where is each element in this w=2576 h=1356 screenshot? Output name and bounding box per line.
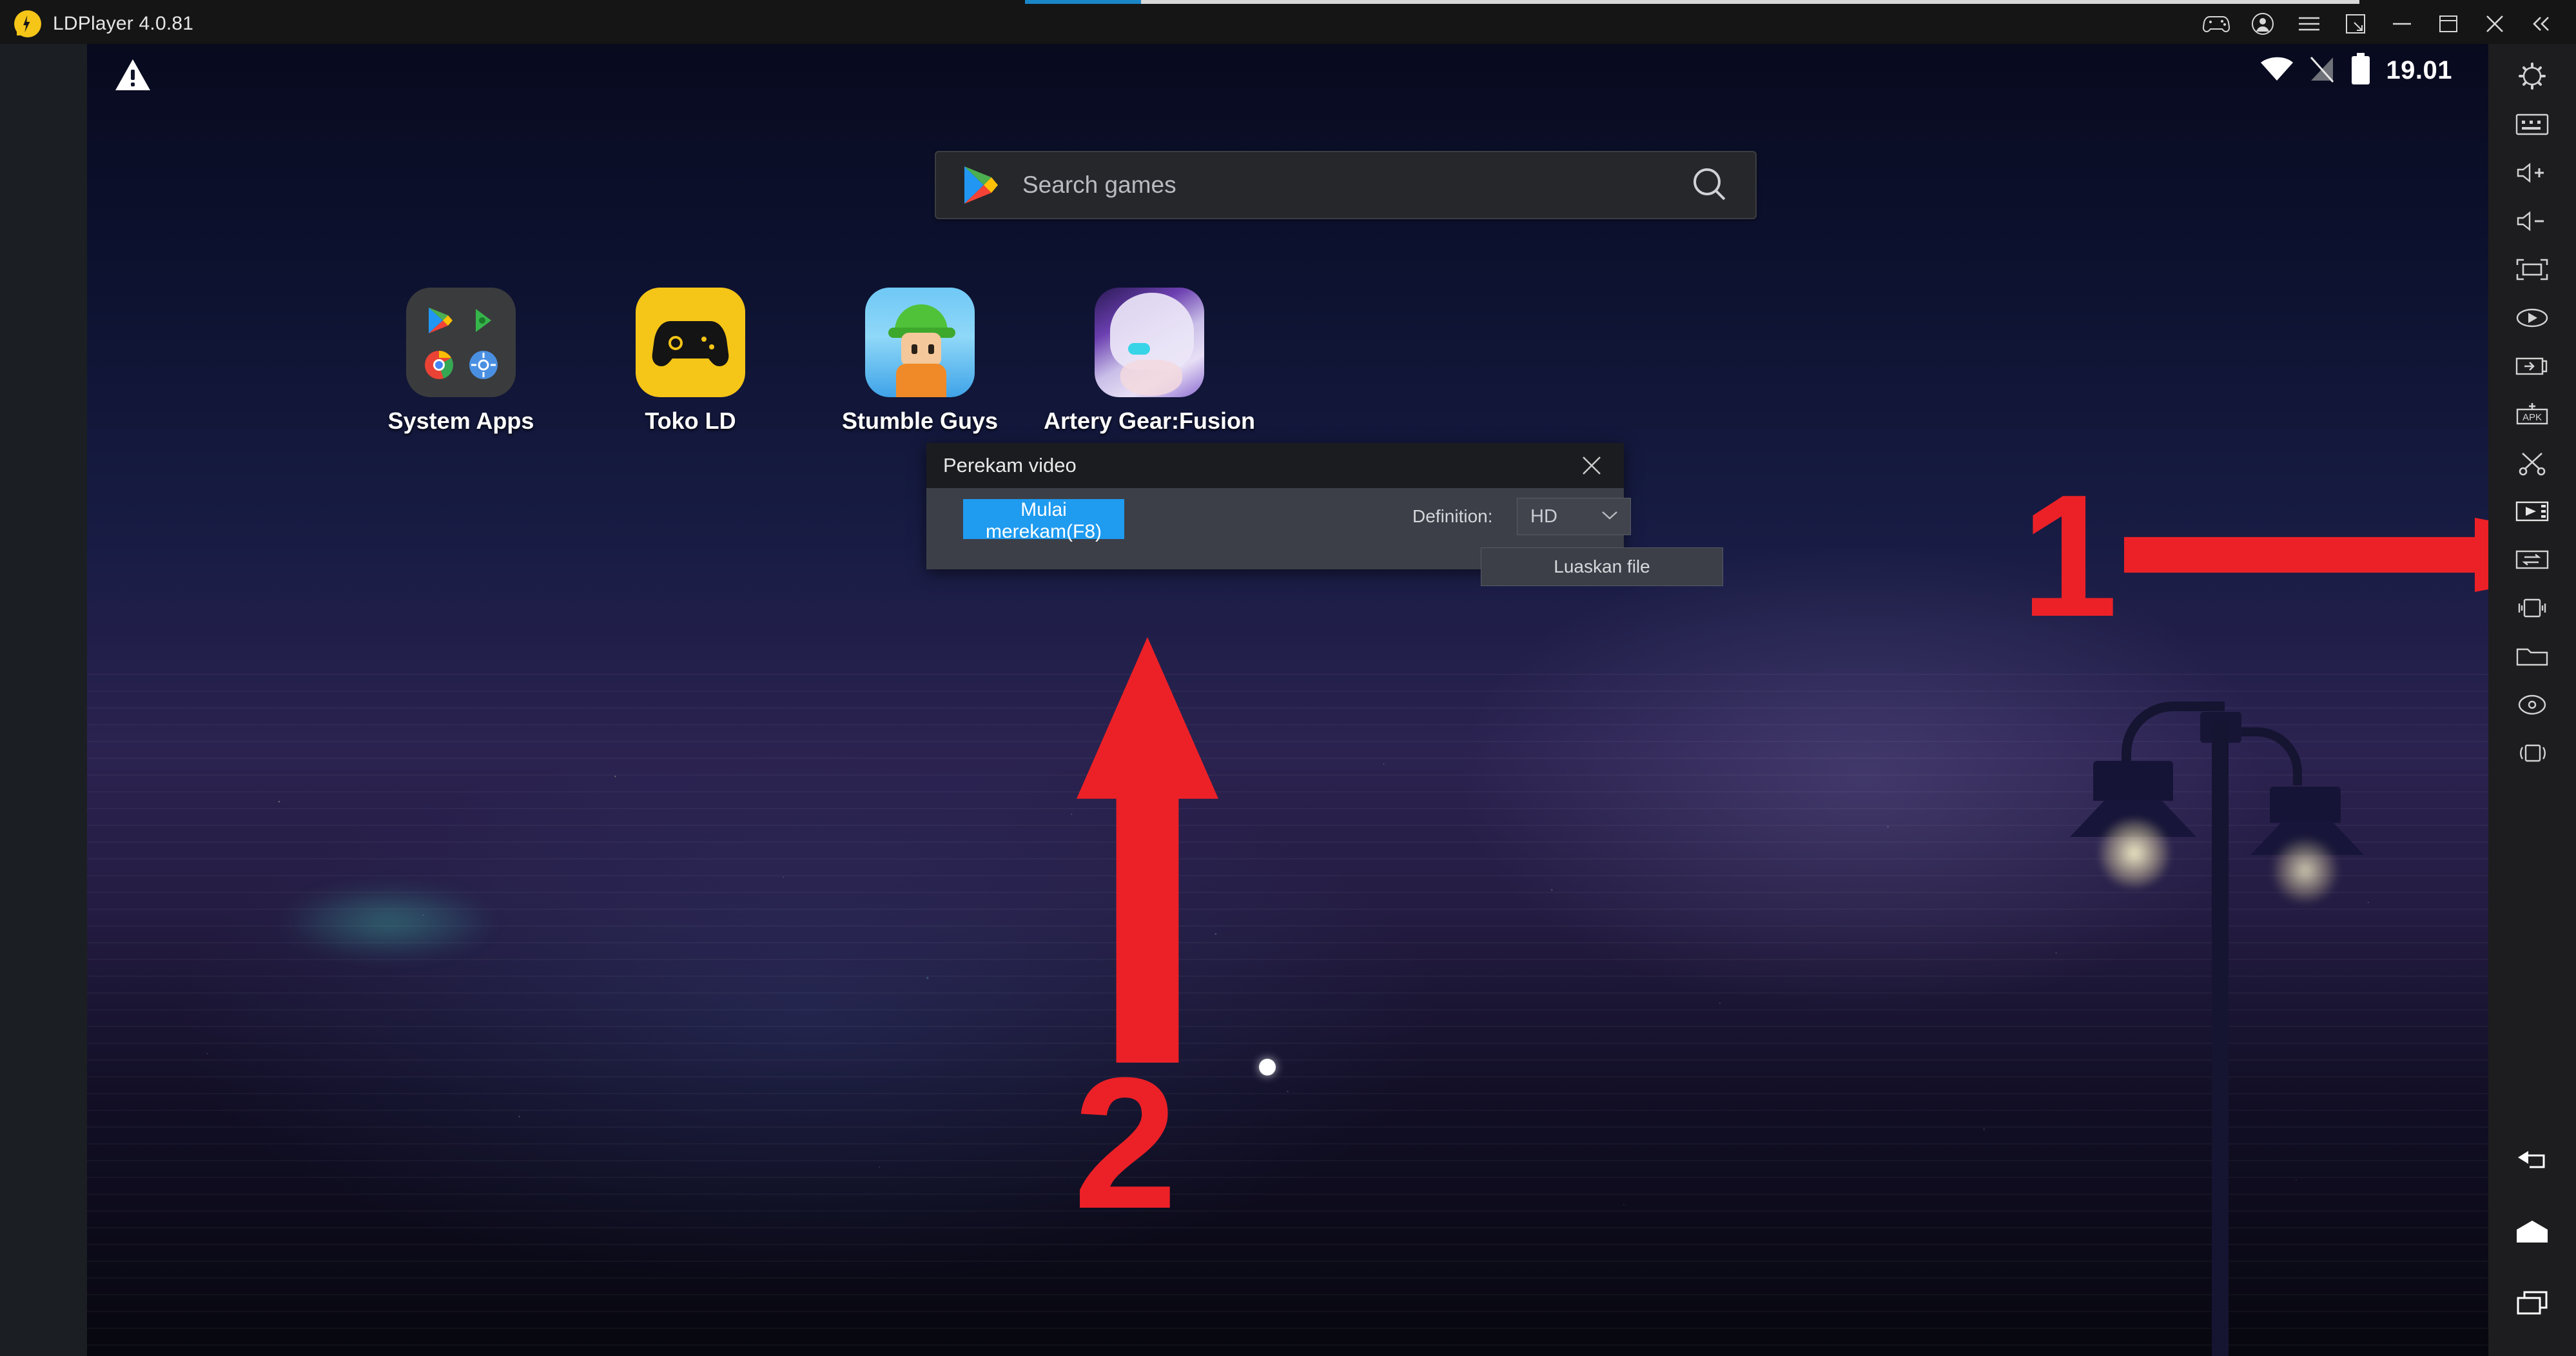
left-gutter: [0, 44, 87, 1356]
wallpaper: [87, 44, 2488, 1356]
volume-down-icon[interactable]: [2488, 197, 2576, 245]
app-grid: System Apps Toko LD Stumble Guys Artery …: [332, 288, 1570, 468]
google-play-icon: [962, 165, 999, 205]
menu-icon[interactable]: [2286, 4, 2332, 44]
chevron-down-icon: [1601, 509, 1619, 524]
battery-full-icon: [2350, 53, 2372, 88]
search-icon[interactable]: [1691, 166, 1727, 205]
status-clock: 19.01: [2386, 56, 2452, 84]
app-label: Artery Gear:Fusion: [1043, 408, 1256, 434]
street-lamp: [2070, 611, 2364, 1356]
artery-gear-fusion-icon: [1095, 288, 1204, 397]
fullscreen-icon[interactable]: [2488, 245, 2576, 293]
dialog-title: Perekam video: [943, 454, 1077, 477]
ldplayer-logo-icon: [14, 10, 41, 37]
keyboard-icon[interactable]: [2488, 100, 2576, 148]
video-recorder-dialog: Perekam video Mulai merekam(F8) Definiti…: [926, 443, 1723, 586]
system-apps-folder-icon: [406, 288, 516, 397]
app-icon-system-apps[interactable]: System Apps: [332, 288, 590, 435]
screenshot-icon[interactable]: [2488, 342, 2576, 390]
multi-window-icon[interactable]: [2488, 729, 2576, 777]
start-recording-button[interactable]: Mulai merekam(F8): [963, 499, 1124, 542]
emulator-sidebar: APK: [2488, 44, 2576, 1356]
green-glow: [279, 883, 498, 961]
toko-ld-icon: [636, 288, 745, 397]
definition-select[interactable]: HD: [1517, 498, 1631, 535]
chrome-mini-icon: [424, 349, 454, 380]
app-label: Toko LD: [645, 408, 736, 434]
stumble-guys-icon: [865, 288, 975, 397]
warning-triangle-icon: [114, 58, 151, 92]
search-games-bar[interactable]: Search games: [935, 151, 1757, 219]
folder-icon[interactable]: [2488, 632, 2576, 680]
svg-text:APK: APK: [2522, 412, 2542, 423]
app-icon-artery-gear-fusion[interactable]: Artery Gear:Fusion: [1020, 288, 1278, 435]
wifi-icon: [2259, 56, 2294, 85]
maximize-icon[interactable]: [2425, 4, 2472, 44]
annotation-step-2: 2: [1073, 1039, 1178, 1248]
transfer-icon[interactable]: [2488, 535, 2576, 584]
shake-icon[interactable]: [2488, 584, 2576, 632]
settings-gear-icon[interactable]: [2488, 52, 2576, 100]
play-store-mini-icon: [424, 305, 454, 336]
dialog-title-bar: Perekam video: [926, 443, 1624, 488]
scissors-icon[interactable]: [2488, 438, 2576, 487]
volume-up-icon[interactable]: [2488, 148, 2576, 197]
recents-icon[interactable]: [2488, 1267, 2576, 1338]
resize-icon[interactable]: [2332, 4, 2379, 44]
close-icon[interactable]: [2472, 4, 2518, 44]
app-icon-toko-ld[interactable]: Toko LD: [561, 288, 819, 435]
search-input[interactable]: Search games: [1022, 172, 1176, 199]
home-icon[interactable]: [2488, 1196, 2576, 1267]
definition-label: Definition:: [1412, 506, 1493, 526]
video-recorder-icon[interactable]: [2488, 487, 2576, 535]
green-play-mini-icon: [468, 305, 499, 336]
ldplayer-window: LDPlayer 4.0.81 19.01 Search games Syste…: [0, 0, 2576, 1356]
install-apk-icon[interactable]: APK: [2488, 390, 2576, 438]
minimize-icon[interactable]: [2379, 4, 2425, 44]
app-icon-stumble-guys[interactable]: Stumble Guys: [791, 288, 1049, 435]
close-icon[interactable]: [1577, 451, 1606, 480]
android-status-bar: 19.01: [87, 44, 2488, 106]
sidebar-nav: [2488, 1125, 2576, 1338]
status-icons: 19.01: [2259, 53, 2452, 88]
dialog-body: Mulai merekam(F8) Definition: HD Luaskan…: [926, 488, 1723, 586]
app-label: System Apps: [387, 408, 534, 434]
annotation-step-1: 1: [2021, 459, 2118, 653]
location-icon[interactable]: [2488, 680, 2576, 729]
window-title-bar: LDPlayer 4.0.81: [0, 4, 2576, 44]
android-screen: 19.01 Search games System Apps Toko LD S…: [87, 44, 2488, 1356]
signal-off-icon: [2308, 55, 2336, 86]
settings-mini-icon: [468, 349, 499, 380]
rotate-icon[interactable]: [2488, 293, 2576, 342]
collapse-chevrons-icon[interactable]: [2518, 4, 2564, 44]
gamepad-icon[interactable]: [2193, 4, 2239, 44]
definition-value: HD: [1530, 506, 1557, 527]
open-file-button[interactable]: Luaskan file: [1481, 547, 1723, 586]
account-icon[interactable]: [2239, 4, 2286, 44]
app-label: Stumble Guys: [841, 408, 999, 434]
window-controls: [2193, 4, 2576, 44]
page-indicator-dot: [1259, 1059, 1276, 1076]
window-title: LDPlayer 4.0.81: [53, 13, 194, 34]
back-icon[interactable]: [2488, 1125, 2576, 1196]
